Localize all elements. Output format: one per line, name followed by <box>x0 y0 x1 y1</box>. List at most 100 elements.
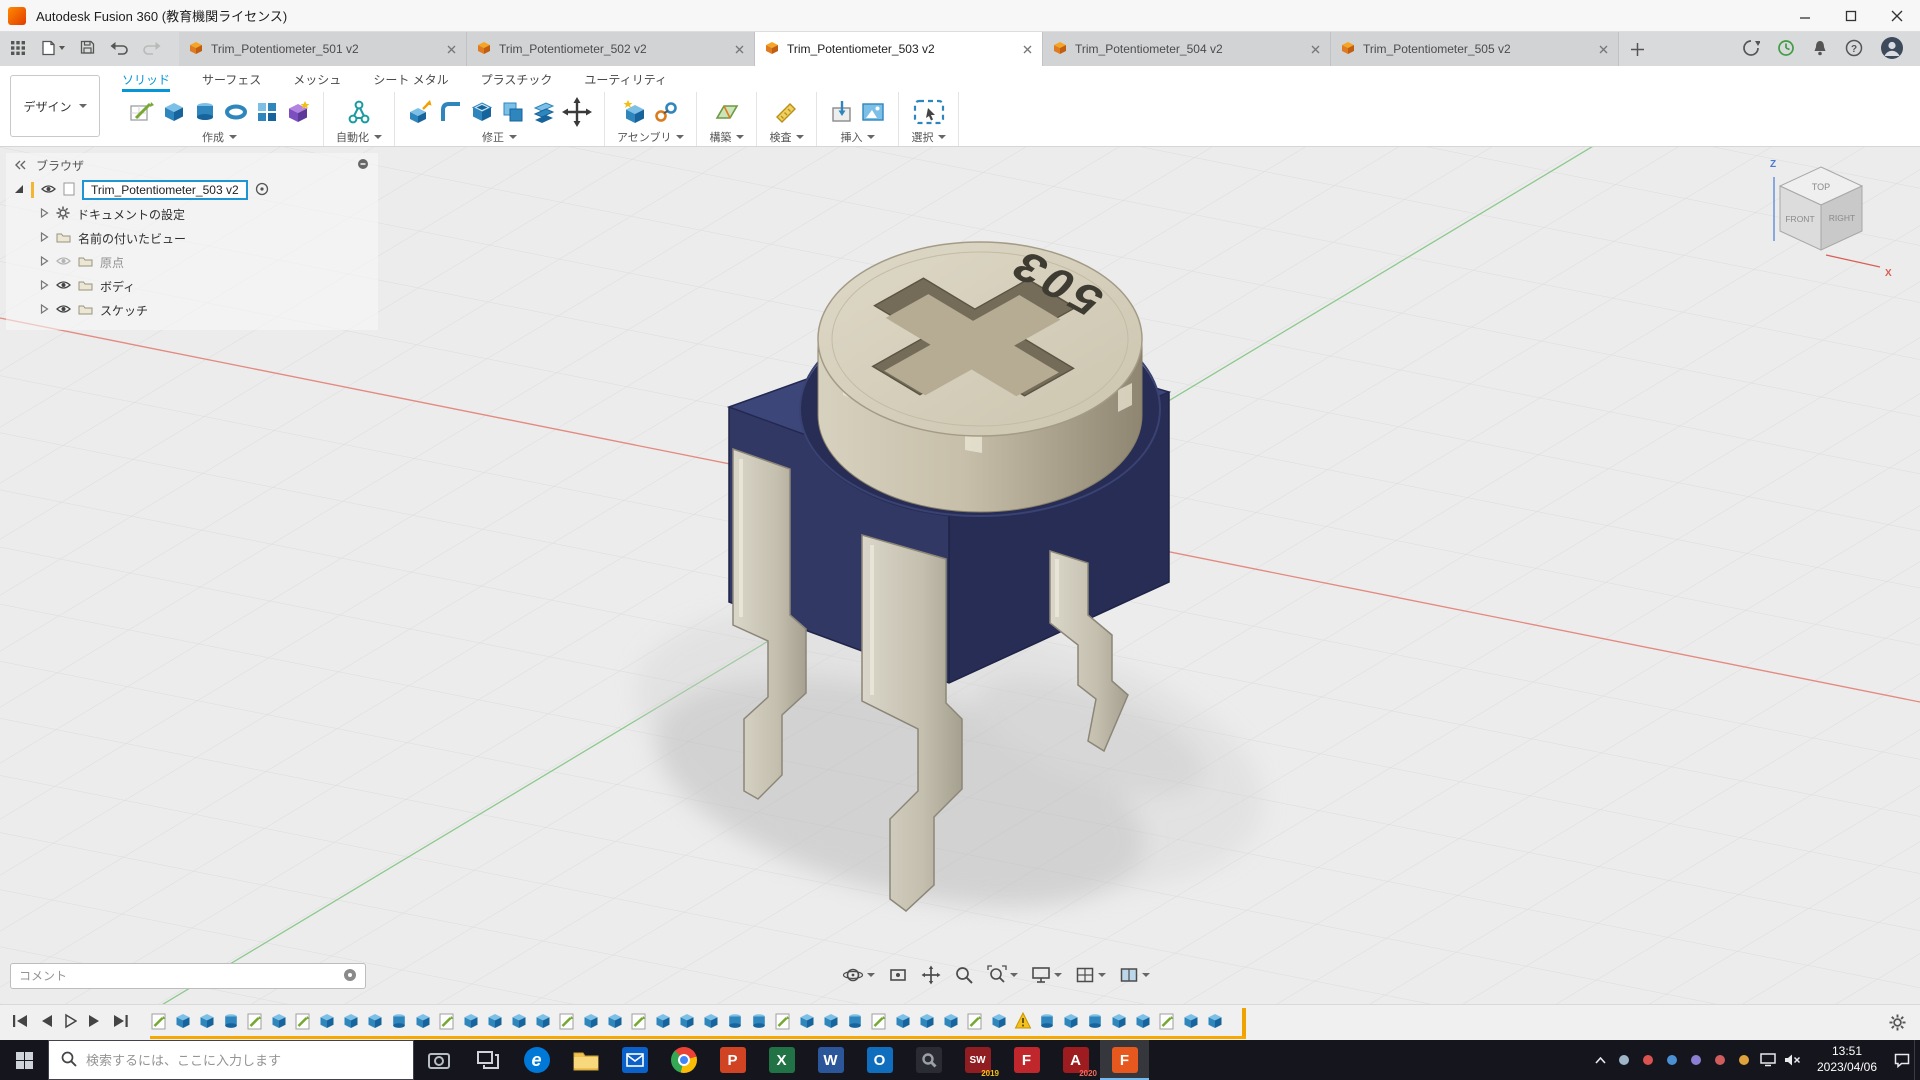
potentiometer-rotor[interactable]: 503 <box>818 241 1142 512</box>
edge-taskbar-icon[interactable]: e <box>512 1040 561 1080</box>
security-tray-icon[interactable] <box>1636 1040 1660 1080</box>
sketch-feature-icon[interactable] <box>438 1008 456 1034</box>
browser-item-sketches[interactable]: スケッチ <box>6 298 378 322</box>
construction-plane-button[interactable] <box>714 95 740 129</box>
group-label-create[interactable]: 作成 <box>202 129 237 145</box>
browser-item-named-views[interactable]: 名前の付いたビュー <box>6 226 378 250</box>
revolve-feature-icon[interactable] <box>1038 1008 1056 1034</box>
go-to-end-icon[interactable] <box>112 1013 129 1032</box>
extrude-feature-icon[interactable] <box>462 1008 480 1034</box>
expand-arrow-icon[interactable] <box>40 279 49 293</box>
extension-icon[interactable] <box>1742 39 1760 60</box>
visibility-eye-icon[interactable] <box>56 303 71 317</box>
pattern-button[interactable] <box>254 95 280 129</box>
expand-arrow-icon[interactable] <box>40 207 49 221</box>
file-explorer-taskbar-icon[interactable] <box>561 1040 610 1080</box>
insert-derive-button[interactable] <box>829 95 855 129</box>
redo-icon[interactable] <box>143 41 161 58</box>
browser-root-row[interactable]: Trim_Potentiometer_503 v2 <box>6 178 378 202</box>
sketch-feature-icon[interactable] <box>966 1008 984 1034</box>
tab-close-icon[interactable] <box>447 45 456 54</box>
sketch-feature-icon[interactable] <box>630 1008 648 1034</box>
word-taskbar-icon[interactable]: W <box>806 1040 855 1080</box>
notifications-bell-icon[interactable] <box>1812 39 1828 60</box>
tab-surface[interactable]: サーフェス <box>202 66 261 92</box>
sketch-feature-icon[interactable] <box>774 1008 792 1034</box>
extrude-button[interactable] <box>161 95 187 129</box>
undo-icon[interactable] <box>110 41 128 58</box>
group-label-inspect[interactable]: 検査 <box>769 129 804 145</box>
comment-box[interactable] <box>10 963 366 989</box>
extrude-feature-icon[interactable] <box>534 1008 552 1034</box>
revolve-feature-icon[interactable] <box>222 1008 240 1034</box>
extrude-feature-icon[interactable] <box>582 1008 600 1034</box>
sketch-feature-icon[interactable] <box>1158 1008 1176 1034</box>
group-label-assemble[interactable]: アセンブリ <box>617 129 684 145</box>
task-view-taskbar-icon[interactable] <box>463 1040 512 1080</box>
browser-item-origin[interactable]: 原点 <box>6 250 378 274</box>
sketch-feature-icon[interactable] <box>870 1008 888 1034</box>
measure-button[interactable] <box>774 95 800 129</box>
fillet-button[interactable] <box>438 95 464 129</box>
plastic-feature-button[interactable] <box>285 95 311 129</box>
utility-taskbar-icon[interactable] <box>904 1040 953 1080</box>
extrude-feature-icon[interactable] <box>270 1008 288 1034</box>
minimize-button[interactable] <box>1782 0 1828 31</box>
fit-view-icon[interactable] <box>987 965 1018 985</box>
extrude-feature-icon[interactable] <box>678 1008 696 1034</box>
tab-mesh[interactable]: メッシュ <box>293 66 341 92</box>
browser-item-document-settings[interactable]: ドキュメントの設定 <box>6 202 378 226</box>
sketch-feature-icon[interactable] <box>294 1008 312 1034</box>
panel-options-icon[interactable] <box>357 158 369 173</box>
group-label-select[interactable]: 選択 <box>911 129 946 145</box>
group-label-automate[interactable]: 自動化 <box>336 129 382 145</box>
extrude-feature-icon[interactable] <box>606 1008 624 1034</box>
extrude-feature-icon[interactable] <box>342 1008 360 1034</box>
revolve-feature-icon[interactable] <box>1086 1008 1104 1034</box>
extrude-feature-icon[interactable] <box>942 1008 960 1034</box>
extrude-feature-icon[interactable] <box>654 1008 672 1034</box>
extrude-feature-icon[interactable] <box>894 1008 912 1034</box>
workspace-selector[interactable]: デザイン <box>10 75 100 137</box>
tab-utilities[interactable]: ユーティリティ <box>584 66 667 92</box>
app-grid-icon[interactable] <box>10 40 26 59</box>
ground-target-icon[interactable] <box>255 182 269 199</box>
visibility-eye-icon[interactable] <box>41 183 56 197</box>
document-tab-505[interactable]: Trim_Potentiometer_505 v2 <box>1331 32 1619 66</box>
modeling-canvas[interactable]: 503 ブラウザ <box>0 147 1920 1004</box>
display-tray-icon[interactable] <box>1756 1040 1780 1080</box>
sweep-button[interactable] <box>223 95 249 129</box>
viewports-icon[interactable] <box>1119 965 1150 985</box>
tray-expand-caret-icon[interactable] <box>1588 1040 1612 1080</box>
outlook-taskbar-icon[interactable]: O <box>855 1040 904 1080</box>
revolve-button[interactable] <box>192 95 218 129</box>
tab-sheetmetal[interactable]: シート メタル <box>373 66 448 92</box>
revolve-feature-icon[interactable] <box>726 1008 744 1034</box>
solidworks-taskbar-icon[interactable]: SW2019 <box>953 1040 1002 1080</box>
fusion-lab-taskbar-icon[interactable]: F <box>1002 1040 1051 1080</box>
extrude-feature-icon[interactable] <box>174 1008 192 1034</box>
look-at-icon[interactable] <box>888 965 908 985</box>
expand-arrow-icon[interactable] <box>40 255 49 269</box>
pan-icon[interactable] <box>921 965 941 985</box>
combine-button[interactable] <box>500 95 526 129</box>
taskbar-search[interactable] <box>48 1040 414 1080</box>
expand-arrow-icon[interactable] <box>14 183 24 197</box>
tab-close-icon[interactable] <box>1599 45 1608 54</box>
document-tab-502[interactable]: Trim_Potentiometer_502 v2 <box>467 32 755 66</box>
expand-arrow-icon[interactable] <box>40 231 49 245</box>
extrude-feature-icon[interactable] <box>1134 1008 1152 1034</box>
new-component-button[interactable] <box>622 95 648 129</box>
search-input[interactable] <box>86 1053 401 1068</box>
show-desktop-button[interactable] <box>1914 1040 1920 1080</box>
onedrive-tray-icon[interactable] <box>1612 1040 1636 1080</box>
timeline-scrollbar[interactable] <box>150 1036 1246 1039</box>
document-tab-503[interactable]: Trim_Potentiometer_503 v2 <box>755 32 1043 66</box>
sync-tray-icon[interactable] <box>1660 1040 1684 1080</box>
comment-input[interactable] <box>19 969 335 983</box>
start-button[interactable] <box>0 1040 48 1080</box>
extrude-feature-icon[interactable] <box>1110 1008 1128 1034</box>
autocad-taskbar-icon[interactable]: A2020 <box>1051 1040 1100 1080</box>
tab-plastic[interactable]: プラスチック <box>481 66 553 92</box>
visibility-eye-icon[interactable] <box>56 255 71 269</box>
